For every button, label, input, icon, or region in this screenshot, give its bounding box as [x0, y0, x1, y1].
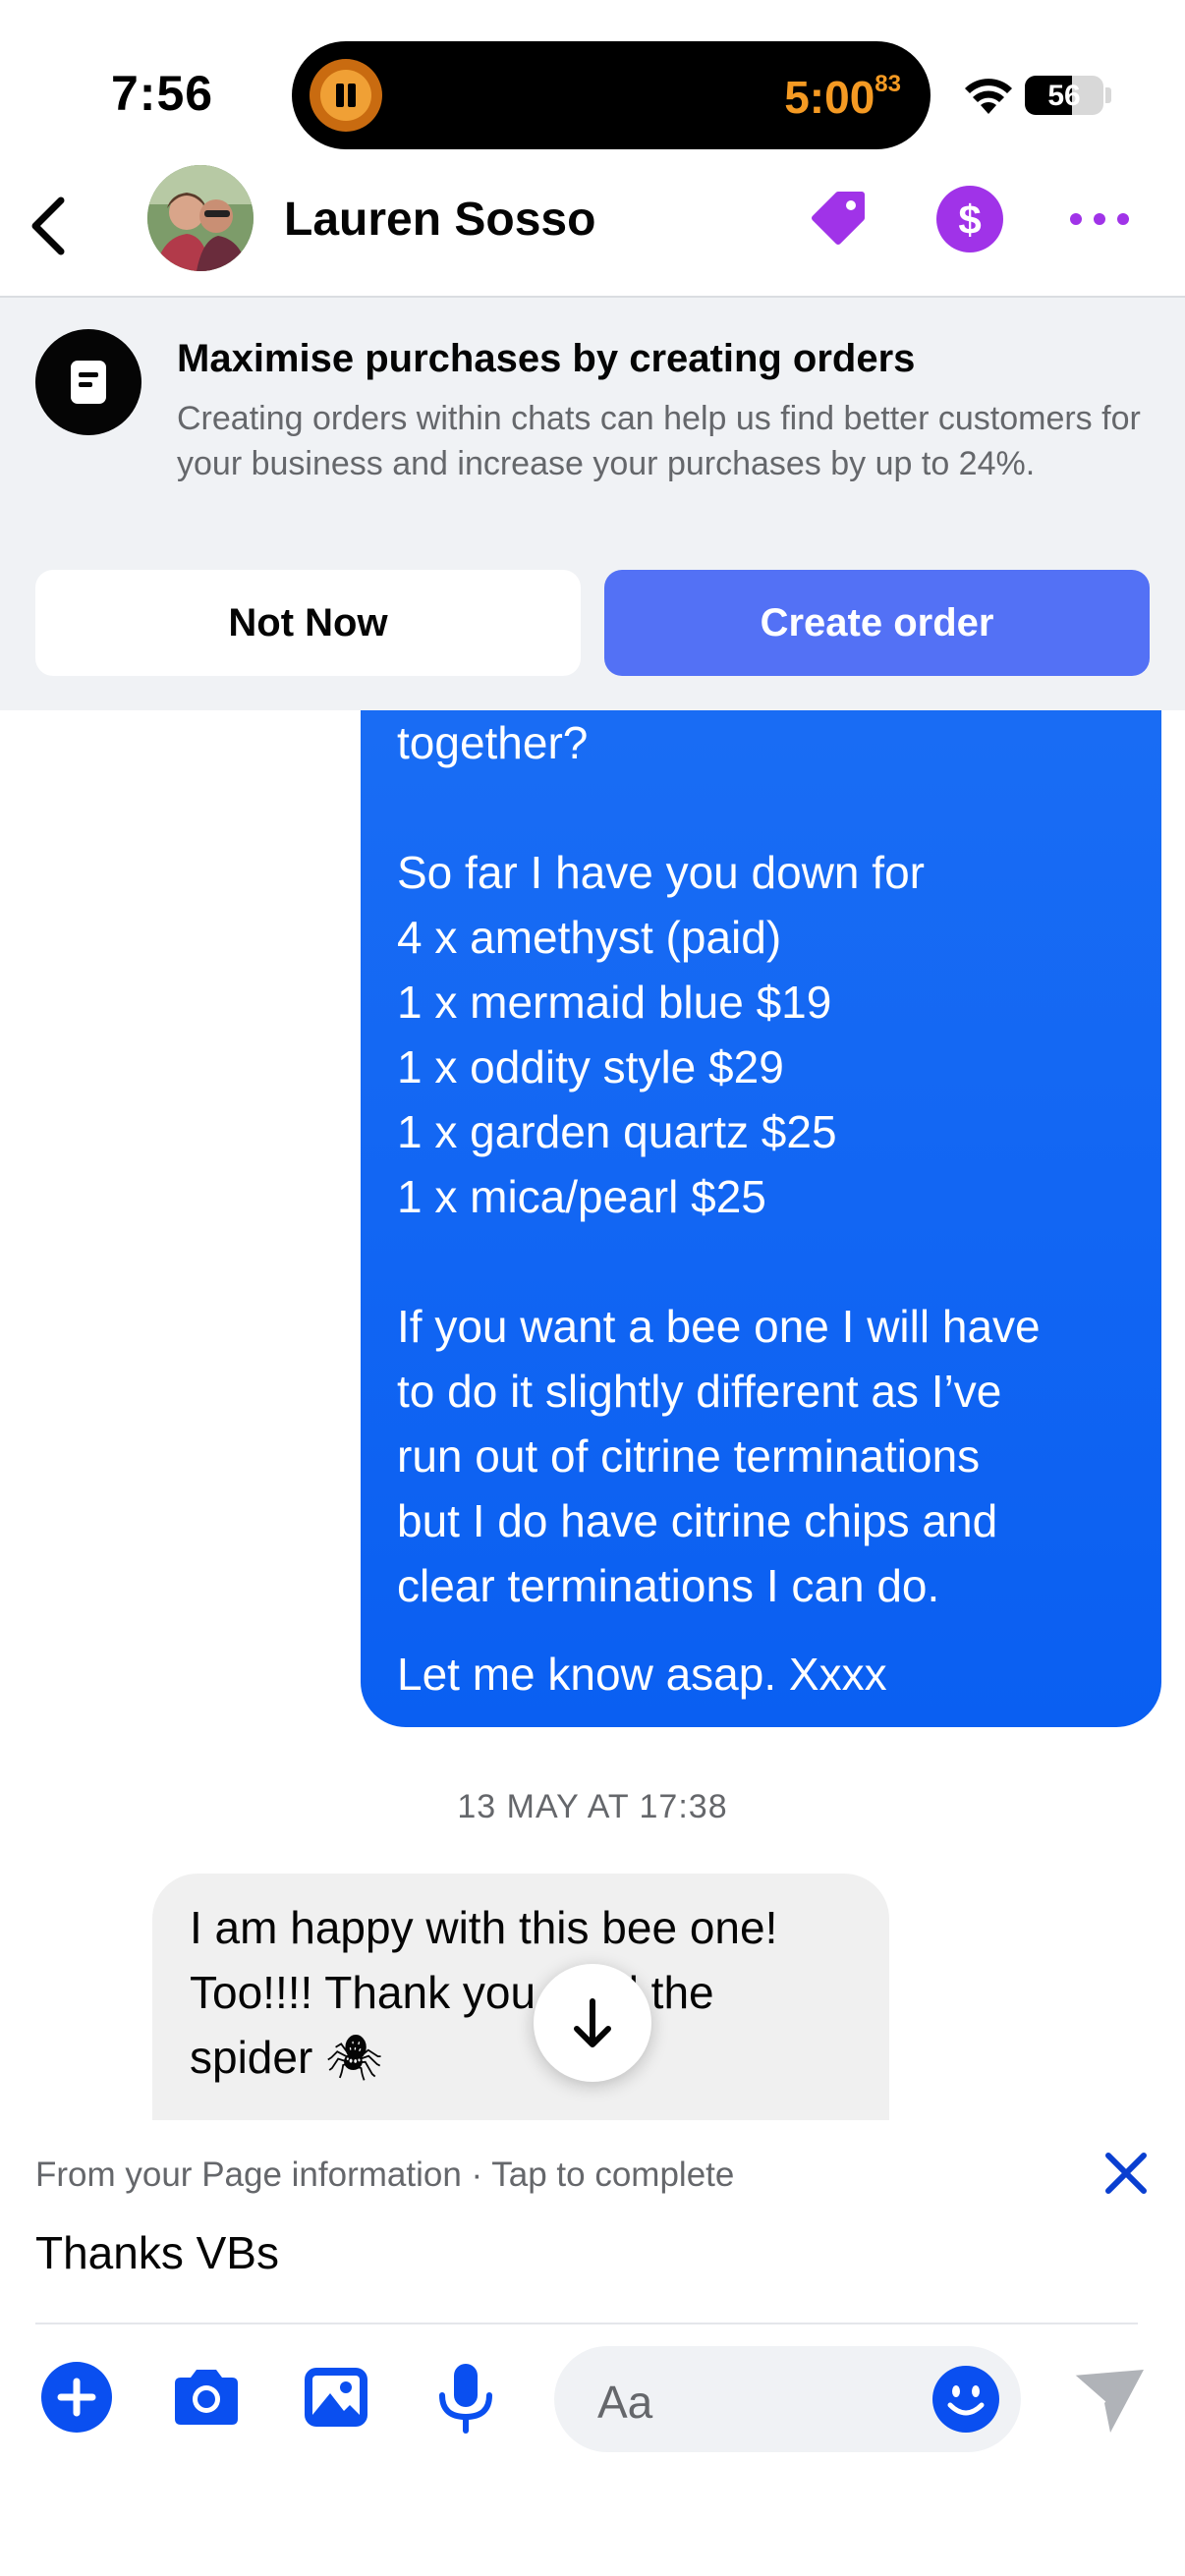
timer-fraction: 83	[875, 71, 901, 97]
status-time: 7:56	[111, 66, 214, 121]
scroll-to-bottom-button[interactable]	[534, 1964, 651, 2082]
message-line: clear terminations I can do.	[397, 1560, 940, 1611]
battery-icon: 56	[1025, 76, 1103, 115]
gallery-icon[interactable]	[299, 2360, 373, 2435]
suggestion-divider	[35, 2323, 1138, 2324]
camera-icon[interactable]	[169, 2360, 244, 2435]
contact-avatar[interactable]	[147, 165, 254, 271]
message-line: but I do have citrine chips and	[397, 1495, 998, 1546]
plus-icon[interactable]	[39, 2360, 114, 2435]
message-line: run out of citrine terminations	[397, 1430, 981, 1482]
avatar-photo	[147, 165, 254, 271]
message-line: 1 x mermaid blue $19	[397, 977, 832, 1028]
create-order-button[interactable]: Create order	[604, 570, 1150, 676]
dynamic-island[interactable]: 5:0083	[292, 41, 931, 149]
timer-readout: 5:0083	[784, 71, 901, 124]
payment-dollar-icon[interactable]: $	[933, 183, 1006, 255]
timer-main: 5:00	[784, 72, 875, 123]
not-now-button[interactable]: Not Now	[35, 570, 581, 676]
message-line: Let me know asap. Xxxx	[397, 1649, 887, 1700]
message-input[interactable]: Aa	[554, 2346, 1021, 2452]
send-icon[interactable]	[1069, 2366, 1148, 2436]
microphone-icon[interactable]	[428, 2360, 503, 2435]
emoji-icon[interactable]	[931, 2364, 1001, 2435]
message-line: together?	[397, 717, 589, 768]
outgoing-message-bubble[interactable]: together? So far I have you down for 4 x…	[361, 710, 1161, 1727]
order-document-icon	[35, 329, 141, 435]
close-icon[interactable]	[1091, 2138, 1161, 2209]
message-line: 1 x mica/pearl $25	[397, 1171, 766, 1222]
input-placeholder: Aa	[597, 2377, 653, 2428]
label-tag-icon[interactable]	[801, 183, 874, 255]
timer-pause-icon[interactable]	[310, 59, 382, 132]
suggested-reply-text[interactable]: Thanks VBs	[35, 2226, 279, 2279]
messenger-chat-screen: 7:56 5:0083 56 Lauren Sosso $ Maximise p…	[0, 0, 1185, 2576]
arrow-down-icon	[574, 1998, 611, 2047]
message-line: 4 x amethyst (paid)	[397, 912, 782, 963]
message-line: So far I have you down for	[397, 847, 925, 898]
battery-level: 56	[1047, 80, 1081, 112]
more-options-icon[interactable]	[1063, 183, 1136, 255]
message-line: I am happy with this bee one!	[190, 1902, 778, 1953]
message-line: spider 🕷	[190, 2032, 383, 2083]
banner-title: Maximise purchases by creating orders	[177, 337, 916, 380]
svg-text:$: $	[958, 196, 981, 243]
contact-name[interactable]: Lauren Sosso	[284, 193, 595, 247]
banner-description: Creating orders within chats can help us…	[177, 400, 1141, 482]
suggestion-hint: From your Page information · Tap to comp…	[35, 2156, 735, 2194]
message-line: 1 x oddity style $29	[397, 1041, 784, 1092]
message-line: If you want a bee one I will have	[397, 1301, 1041, 1352]
suggested-reply-panel: From your Page information · Tap to comp…	[0, 2120, 1185, 2326]
back-arrow-icon[interactable]	[18, 187, 77, 265]
create-order-banner: Maximise purchases by creating orders Cr…	[0, 298, 1185, 710]
message-line: 1 x garden quartz $25	[397, 1106, 837, 1157]
incoming-message-bubble[interactable]: I am happy with this bee one! Too!!!! Th…	[152, 1874, 889, 2120]
message-list[interactable]: together? So far I have you down for 4 x…	[0, 710, 1185, 2120]
message-timestamp: 13 MAY AT 17:38	[457, 1788, 728, 1825]
wifi-icon	[965, 79, 1012, 114]
message-line: to do it slightly different as I’ve	[397, 1366, 1002, 1417]
